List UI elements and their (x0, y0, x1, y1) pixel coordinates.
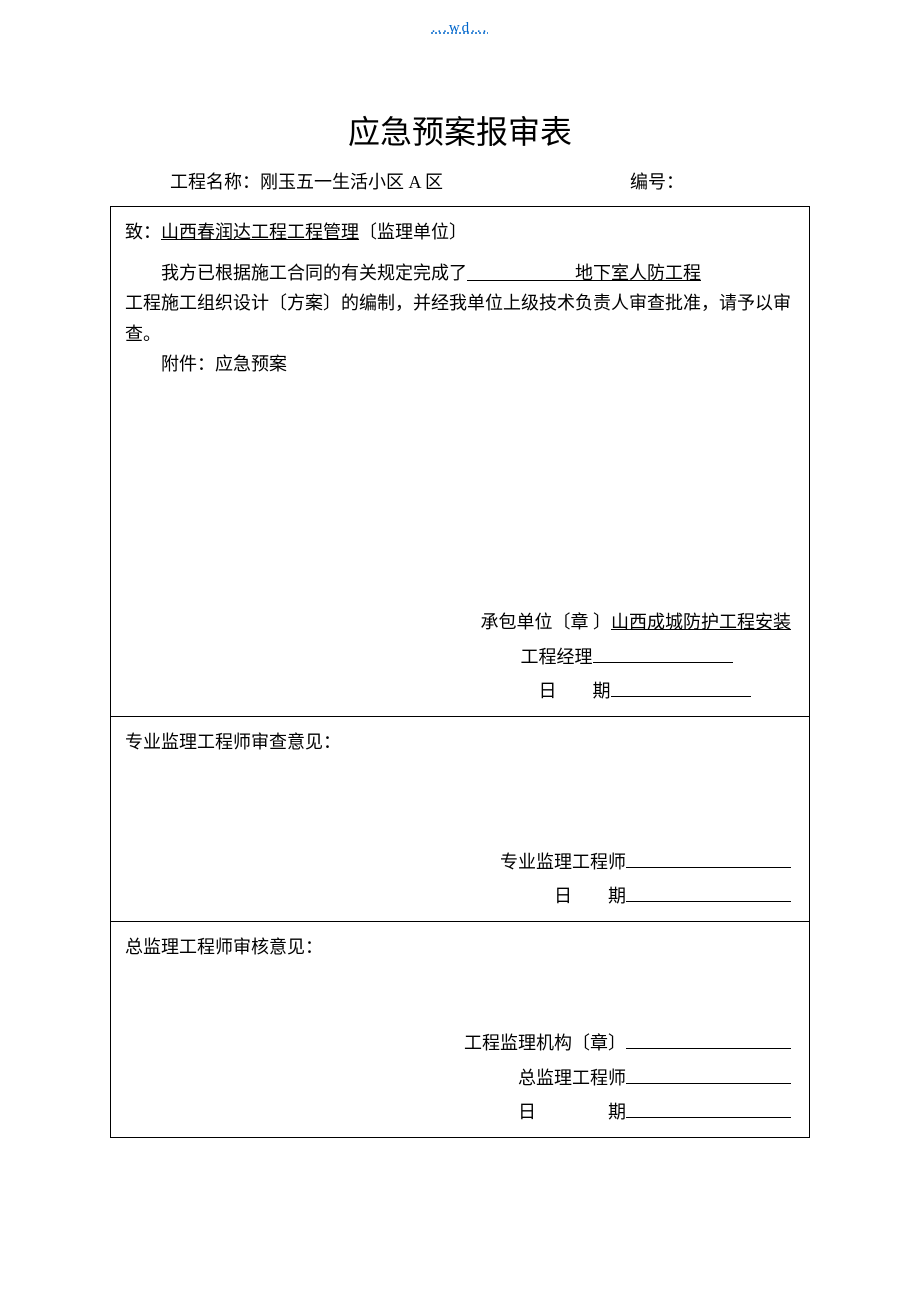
chief-heading: 总监理工程师审核意见： (125, 932, 795, 963)
to-label: 致： (125, 222, 161, 242)
manager-line: 工程经理 (481, 640, 792, 674)
specialist-engineer-line: 专业监理工程师 (500, 845, 791, 879)
to-suffix: 〔监理单位〕 (359, 222, 467, 242)
date-label1: 日 期 (539, 681, 611, 701)
body-prefix: 我方已根据施工合同的有关规定完成了 (161, 263, 467, 283)
section-specialist: 专业监理工程师审查意见： 专业监理工程师 日 期 (111, 717, 809, 922)
engineer-label: 专业监理工程师 (500, 852, 626, 872)
contractor-line: 承包单位〔章 〕山西成城防护工程安装 (481, 605, 792, 639)
project-label: 工程名称： (170, 172, 260, 192)
chief-blank (626, 1066, 791, 1084)
signature-specialist: 专业监理工程师 日 期 (500, 845, 791, 913)
document-title: 应急预案报审表 (0, 107, 920, 153)
to-line: 致：山西春润达工程工程管理〔监理单位〕 (125, 217, 795, 248)
section-applicant: 致：山西春润达工程工程管理〔监理单位〕 我方已根据施工合同的有关规定完成了 地下… (111, 207, 809, 717)
project-name-field: 工程名称：刚玉五一生活小区 A 区 (170, 168, 630, 194)
body-project: 地下室人防工程 (575, 263, 701, 283)
manager-label: 工程经理 (521, 647, 593, 667)
body-line2: 工程施工组织设计〔方案〕的编制，并经我单位上级技术负责人审查批准，请予以审查。 (125, 288, 795, 349)
specialist-heading: 专业监理工程师审查意见： (125, 727, 795, 758)
attachment-line: 附件：应急预案 (125, 349, 795, 380)
date-blank3 (626, 1100, 791, 1118)
org-label: 工程监理机构〔章〕 (464, 1033, 626, 1053)
engineer-blank (626, 850, 791, 868)
number-label: 编号： (630, 172, 684, 192)
date-label2: 日 期 (554, 886, 626, 906)
meta-row: 工程名称：刚玉五一生活小区 A 区 编号： (0, 168, 920, 194)
contractor-label: 承包单位〔章 〕 (481, 612, 612, 632)
date-line2: 日 期 (500, 879, 791, 913)
page-header: ...wd... (0, 0, 920, 37)
date-blank2 (626, 884, 791, 902)
org-line: 工程监理机构〔章〕 (464, 1026, 791, 1060)
date-label3: 日 期 (518, 1102, 626, 1122)
section-chief: 总监理工程师审核意见： 工程监理机构〔章〕 总监理工程师 日 期 (111, 922, 809, 1137)
chief-label: 总监理工程师 (518, 1068, 626, 1088)
to-value: 山西春润达工程工程管理 (161, 222, 359, 242)
org-blank (626, 1031, 791, 1049)
body-blank (467, 263, 575, 283)
number-field: 编号： (630, 168, 810, 194)
contractor-value: 山西成城防护工程安装 (611, 612, 791, 632)
body-line1: 我方已根据施工合同的有关规定完成了 地下室人防工程 (125, 258, 795, 289)
date-line3: 日 期 (464, 1095, 791, 1129)
signature-applicant: 承包单位〔章 〕山西成城防护工程安装 工程经理 日 期 (481, 605, 792, 708)
form-table: 致：山西春润达工程工程管理〔监理单位〕 我方已根据施工合同的有关规定完成了 地下… (110, 206, 810, 1138)
date-line1: 日 期 (481, 674, 792, 708)
signature-chief: 工程监理机构〔章〕 总监理工程师 日 期 (464, 1026, 791, 1129)
manager-blank (593, 645, 733, 663)
project-name-value: 刚玉五一生活小区 A 区 (260, 172, 443, 192)
header-link[interactable]: ...wd... (432, 20, 489, 36)
date-blank1 (611, 679, 751, 697)
chief-engineer-line: 总监理工程师 (464, 1061, 791, 1095)
